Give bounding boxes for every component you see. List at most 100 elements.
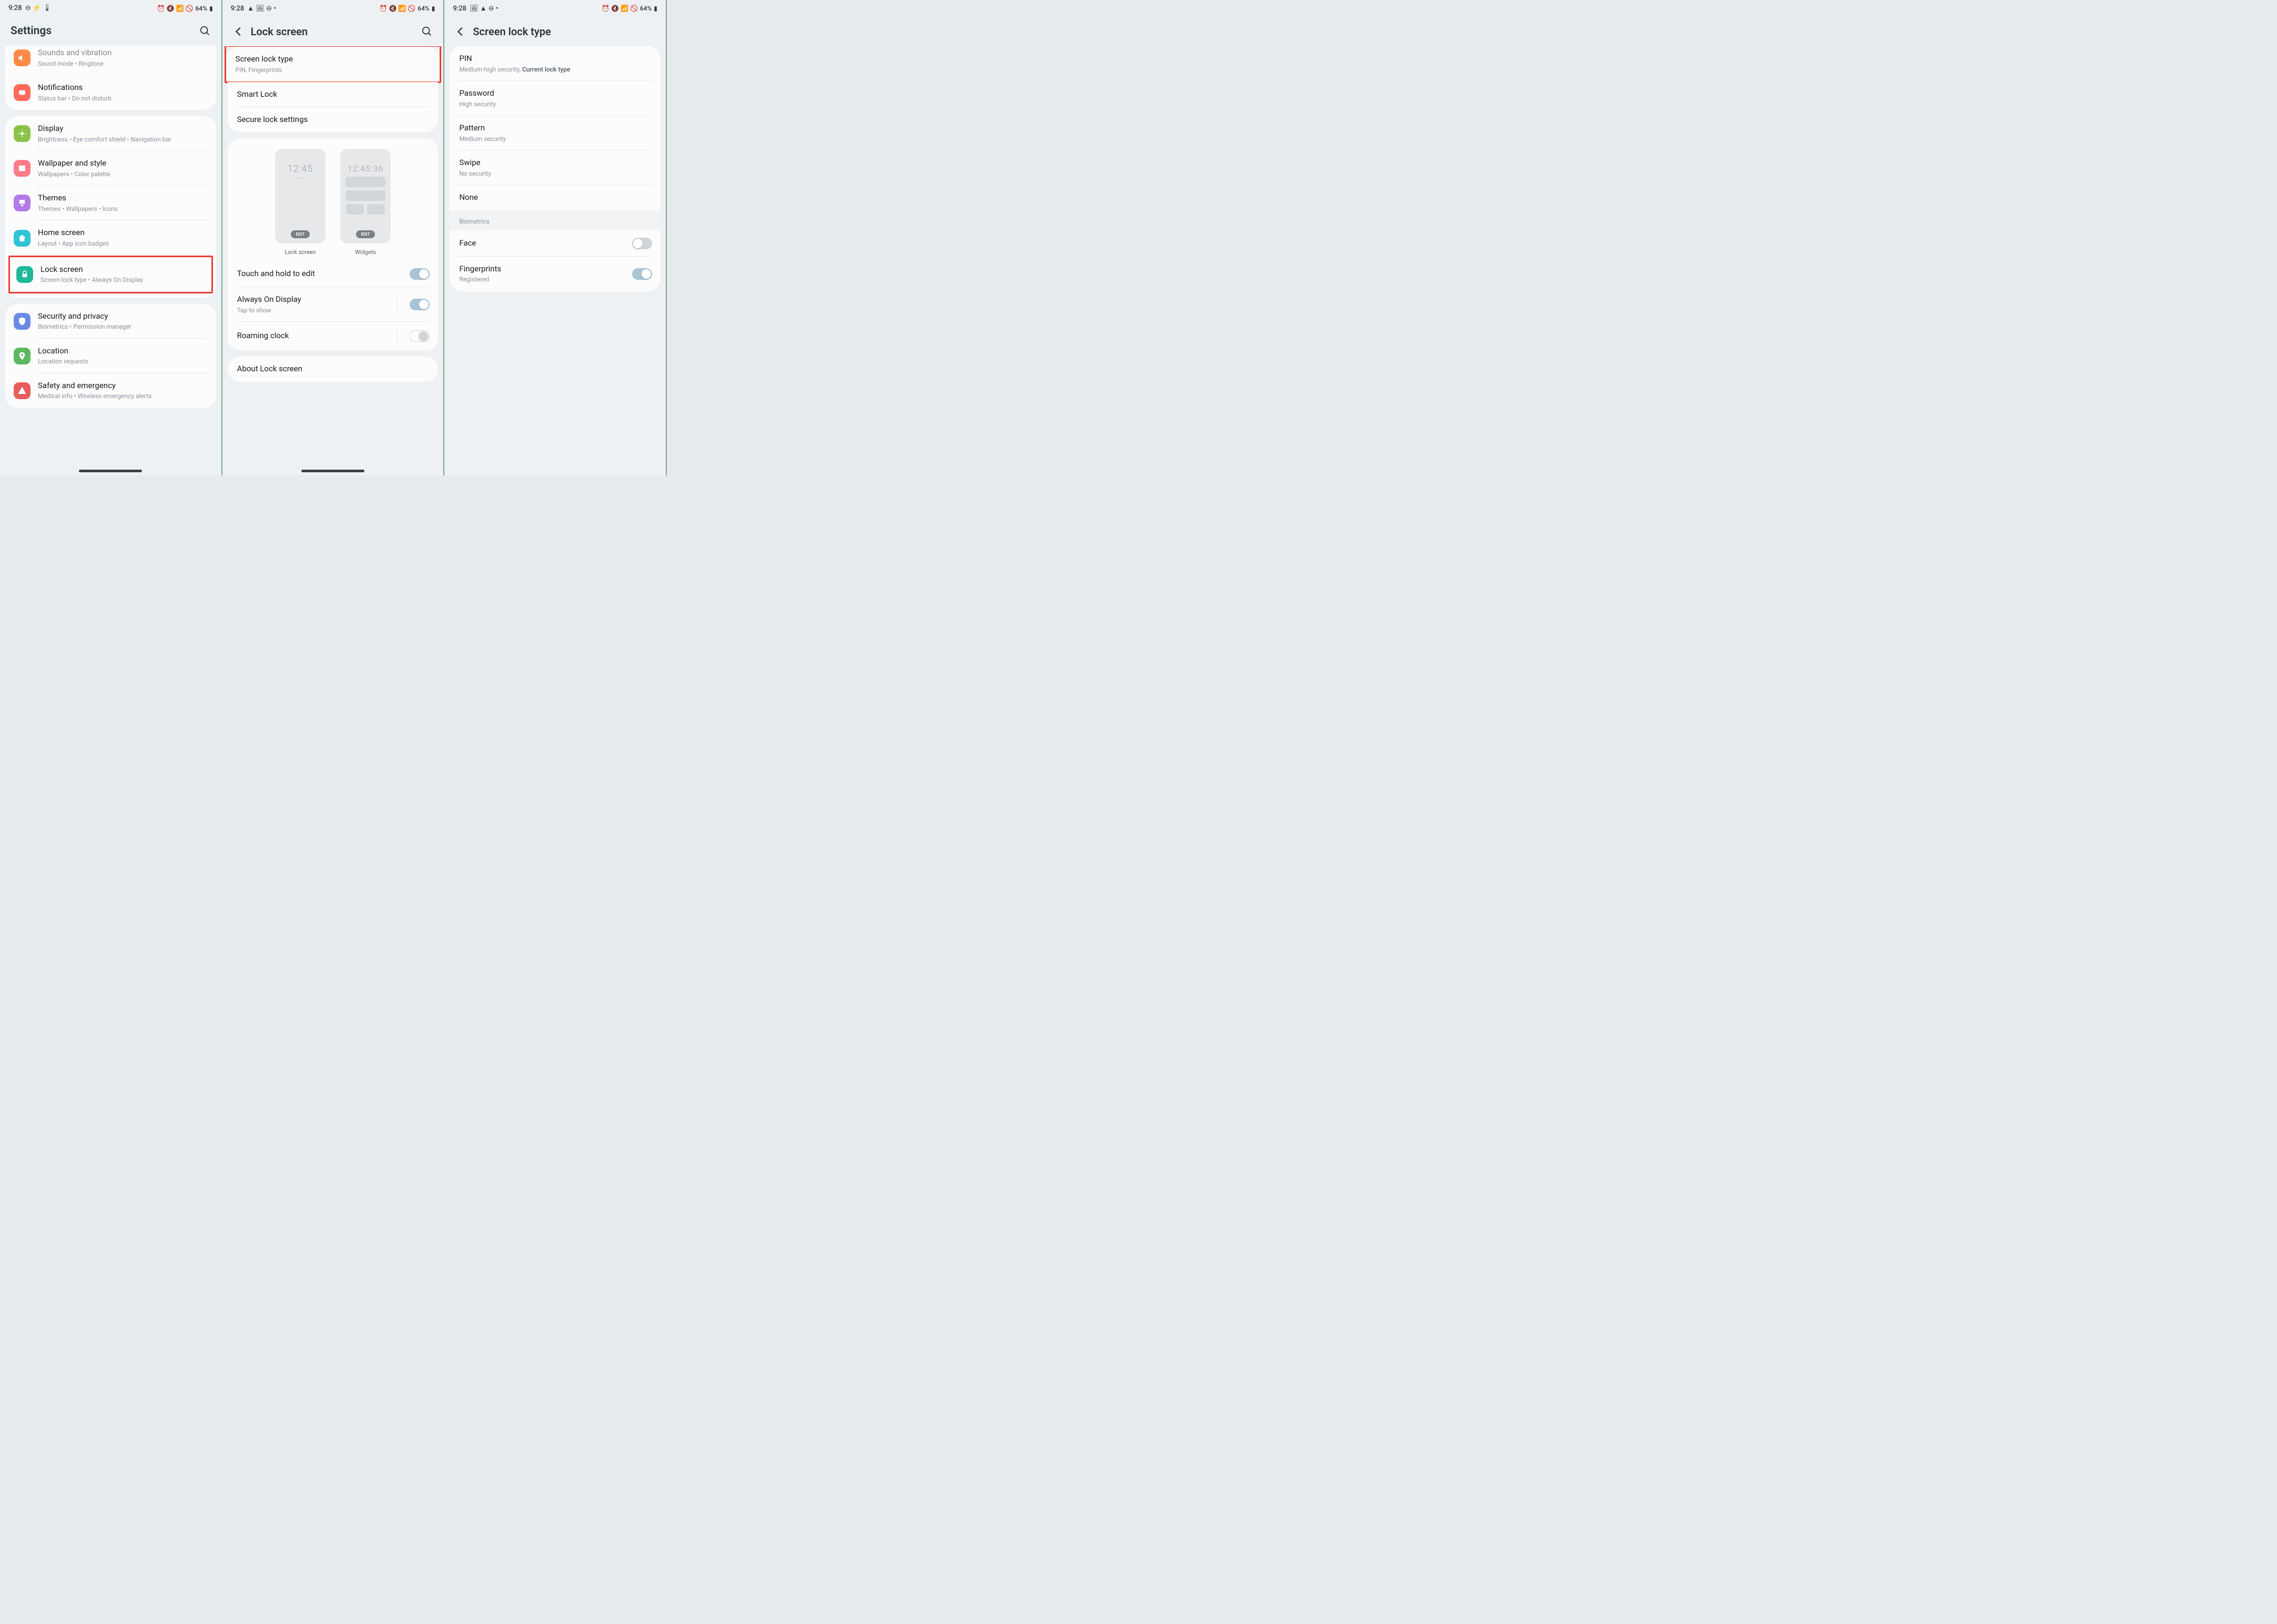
row-title: Home screen	[38, 228, 208, 238]
highlight-lock-screen: Lock screen Screen lock type • Always On…	[8, 256, 213, 293]
lockscreen-item-smartlock[interactable]: Smart Lock	[228, 82, 439, 107]
toggle-switch[interactable]	[632, 268, 652, 280]
status-battery: 64%	[640, 5, 652, 12]
status-bar: 9:28 🖼 ▲ ⊖ • ⏰ 🔇 📶 🚫 64% ▮	[444, 0, 666, 15]
row-title: Screen lock type	[236, 54, 432, 65]
search-icon[interactable]	[199, 25, 211, 37]
biometric-fingerprints[interactable]: Fingerprints Registered	[450, 257, 660, 291]
about-lockscreen[interactable]: About Lock screen	[228, 357, 439, 382]
preview-lockscreen[interactable]: 12:45 •••• EDIT	[275, 149, 326, 243]
row-title: Security and privacy	[38, 311, 208, 322]
settings-item-location[interactable]: Location Location requests	[5, 339, 216, 373]
row-title: Secure lock settings	[237, 115, 430, 125]
row-title: Safety and emergency	[38, 381, 208, 391]
location-icon	[14, 348, 31, 364]
battery-icon: ▮	[209, 5, 213, 12]
row-sub: Sound mode • Ringtone	[38, 60, 208, 68]
status-icons-left: 🖼 ▲ ⊖ •	[470, 4, 499, 13]
row-sub: No security	[459, 170, 652, 178]
row-title: Touch and hold to edit	[237, 269, 403, 279]
highlight-screen-lock-type: Screen lock type PIN, Fingerprints	[225, 46, 442, 83]
row-sub: Registered	[459, 276, 625, 284]
row-title: Swipe	[459, 158, 652, 168]
row-title: Always On Display	[237, 295, 384, 305]
row-sub: Themes • Wallpapers • Icons	[38, 205, 208, 214]
row-sub: Biometrics • Permission manager	[38, 323, 208, 331]
widget-placeholder	[345, 190, 385, 201]
locktype-pin[interactable]: PIN Medium-high security, Current lock t…	[450, 46, 660, 81]
locktype-swipe[interactable]: Swipe No security	[450, 150, 660, 185]
row-title: Smart Lock	[237, 89, 430, 100]
status-time: 9:28	[453, 5, 466, 13]
settings-item-wallpaper[interactable]: Wallpaper and style Wallpapers • Color p…	[5, 151, 216, 186]
lockscreen-item-secure[interactable]: Secure lock settings	[228, 107, 439, 133]
row-sub: Medium-high security, Current lock type	[459, 66, 652, 74]
row-title: Display	[38, 124, 208, 134]
widget-placeholder	[345, 177, 385, 187]
row-title: Pattern	[459, 123, 652, 134]
toggle-touch-hold[interactable]: Touch and hold to edit	[228, 261, 439, 287]
edit-button[interactable]: EDIT	[356, 230, 375, 238]
preview-label: Widgets	[340, 249, 391, 256]
back-icon[interactable]	[455, 26, 466, 37]
settings-item-sounds[interactable]: Sounds and vibration Sound mode • Ringto…	[5, 46, 216, 75]
themes-icon	[14, 195, 31, 211]
page-title: Lock screen	[251, 25, 415, 38]
shield-icon	[14, 313, 31, 330]
biometric-face[interactable]: Face	[450, 230, 660, 257]
row-title: Password	[459, 88, 652, 99]
toggle-switch[interactable]	[410, 268, 430, 280]
row-sub: Tap to show	[237, 307, 384, 315]
page-title: Settings	[11, 25, 193, 37]
preview-time: 12:45	[288, 164, 313, 175]
toggle-roaming-clock[interactable]: Roaming clock	[228, 322, 439, 350]
preview-label: Lock screen	[275, 249, 326, 256]
preview-time: 12:45:36	[348, 164, 383, 174]
status-bar: 9:28 ▲ 🖼 ⊖ • ⏰ 🔇 📶 🚫 64% ▮	[222, 0, 444, 15]
gesture-bar[interactable]	[79, 470, 142, 472]
edit-button[interactable]: EDIT	[291, 230, 310, 238]
settings-item-lockscreen[interactable]: Lock screen Screen lock type • Always On…	[10, 257, 211, 292]
status-icons-right: ⏰ 🔇 📶 🚫	[380, 5, 416, 12]
row-title: Roaming clock	[237, 331, 384, 341]
toggle-switch[interactable]	[410, 299, 430, 310]
settings-item-safety[interactable]: Safety and emergency Medical info • Wire…	[5, 373, 216, 408]
row-title: Face	[459, 238, 625, 249]
row-sub: High security	[459, 100, 652, 109]
status-icons-right: ⏰ 🔇 📶 🚫	[157, 5, 194, 12]
locktype-none[interactable]: None	[450, 185, 660, 210]
row-title: About Lock screen	[237, 364, 430, 374]
locktype-password[interactable]: Password High security	[450, 81, 660, 116]
toggle-switch[interactable]	[632, 238, 652, 249]
row-title: Sounds and vibration	[38, 48, 208, 58]
row-sub: Status bar • Do not disturb	[38, 95, 208, 103]
settings-item-homescreen[interactable]: Home screen Layout • App icon badges	[5, 220, 216, 255]
widget-placeholder	[367, 204, 385, 215]
status-icons-right: ⏰ 🔇 📶 🚫	[602, 5, 638, 12]
gesture-bar[interactable]	[301, 470, 364, 472]
image-icon	[14, 160, 31, 177]
settings-item-themes[interactable]: Themes Themes • Wallpapers • Icons	[5, 186, 216, 220]
back-icon[interactable]	[233, 26, 245, 37]
row-sub: Wallpapers • Color palette	[38, 170, 208, 179]
settings-item-notifications[interactable]: Notifications Status bar • Do not distur…	[5, 75, 216, 110]
row-title: Fingerprints	[459, 264, 625, 275]
notifications-icon	[14, 84, 31, 101]
settings-item-security[interactable]: Security and privacy Biometrics • Permis…	[5, 304, 216, 339]
lockscreen-item-type[interactable]: Screen lock type PIN, Fingerprints	[226, 47, 440, 82]
battery-icon: ▮	[654, 5, 657, 12]
row-title: Notifications	[38, 83, 208, 93]
preview-dots: ••••	[296, 176, 306, 180]
locktype-pattern[interactable]: Pattern Medium security	[450, 116, 660, 150]
toggle-always-on[interactable]: Always On Display Tap to show	[228, 287, 439, 322]
search-icon[interactable]	[421, 26, 433, 37]
row-sub: PIN, Fingerprints	[236, 66, 432, 75]
row-title: Themes	[38, 193, 208, 204]
status-battery: 64%	[196, 5, 207, 12]
status-battery: 64%	[418, 5, 429, 12]
row-sub: Brightness • Eye comfort shield • Naviga…	[38, 136, 208, 144]
toggle-switch[interactable]	[410, 330, 430, 342]
settings-item-display[interactable]: Display Brightness • Eye comfort shield …	[5, 116, 216, 151]
status-bar: 9:28 ⊖ ⚡ 🌡 ⏰ 🔇 📶 🚫 64% ▮	[0, 0, 221, 14]
preview-widgets[interactable]: 12:45:36 EDIT	[340, 149, 391, 243]
